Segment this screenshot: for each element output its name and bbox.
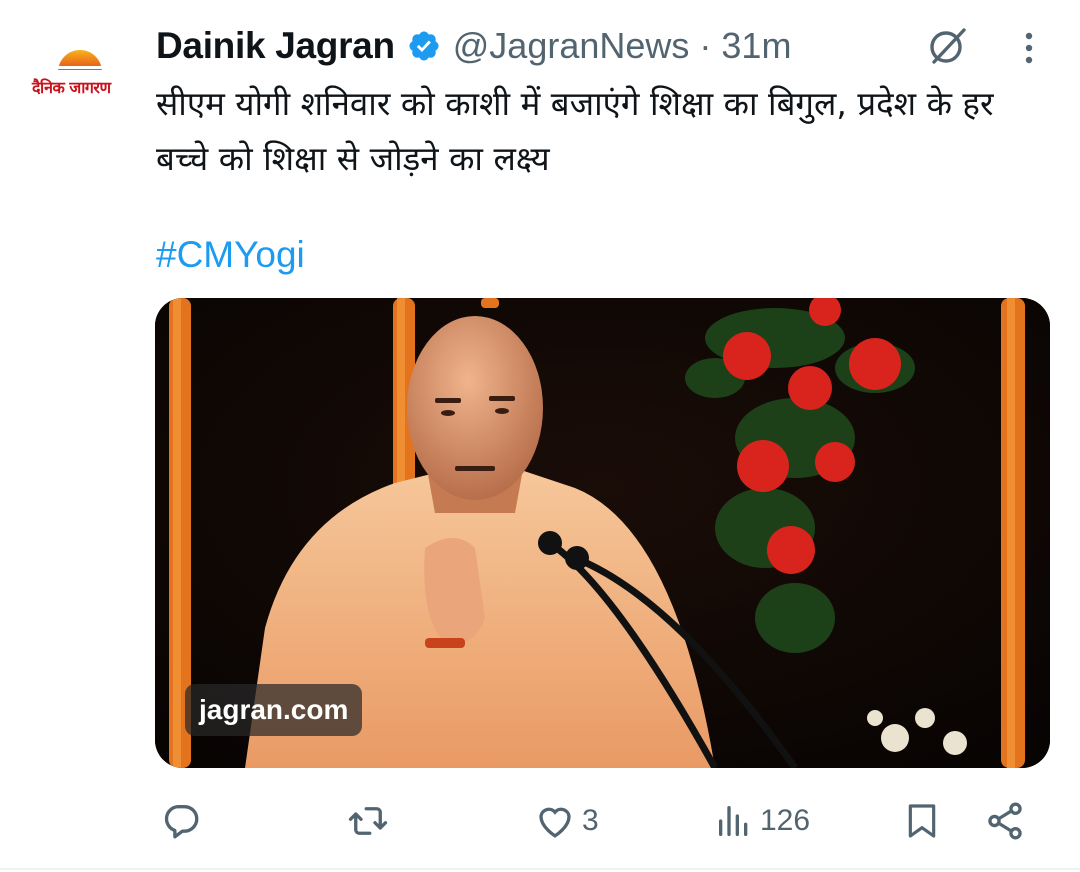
tweet-card[interactable]: दैनिक जागरण Dainik Jagran @JagranNews · … [0, 0, 1080, 872]
share-icon [988, 802, 1022, 840]
tweet-time[interactable]: 31m [721, 25, 791, 67]
retweet-button[interactable] [346, 796, 390, 846]
tweet-text: सीएम योगी शनिवार को काशी में बजाएंगे शिक… [156, 84, 994, 178]
reply-icon [164, 804, 199, 839]
like-count: 3 [582, 804, 599, 837]
grok-icon[interactable] [926, 24, 970, 68]
share-button[interactable] [984, 796, 1026, 846]
logo-text: दैनिक जागरण [32, 78, 111, 97]
views-bar-icon [719, 806, 748, 836]
separator-dot: · [699, 25, 712, 66]
account-name[interactable]: Dainik Jagran [156, 25, 395, 67]
sun-logo-icon [54, 50, 106, 72]
account-avatar[interactable]: दैनिक जागरण [24, 40, 136, 110]
tweet-image[interactable]: jagran.com [155, 298, 1050, 768]
heart-icon [539, 807, 571, 838]
reply-button[interactable] [160, 796, 202, 846]
more-options-icon[interactable] [1014, 28, 1044, 68]
tweet-actions: 3 126 [156, 796, 1056, 846]
views-count: 126 [760, 804, 811, 837]
views-button[interactable]: 126 [714, 796, 810, 846]
image-watermark: jagran.com [185, 684, 363, 736]
account-handle[interactable]: @JagranNews [453, 25, 690, 67]
bookmark-button[interactable] [902, 796, 942, 846]
like-button[interactable]: 3 [534, 796, 599, 846]
tweet-header: Dainik Jagran @JagranNews · 31m [156, 24, 791, 68]
hashtag-link[interactable]: #CMYogi [156, 234, 305, 276]
retweet-icon [348, 807, 388, 835]
verified-badge-icon[interactable] [407, 29, 441, 63]
bookmark-icon [908, 804, 936, 838]
bottom-divider [0, 868, 1080, 870]
